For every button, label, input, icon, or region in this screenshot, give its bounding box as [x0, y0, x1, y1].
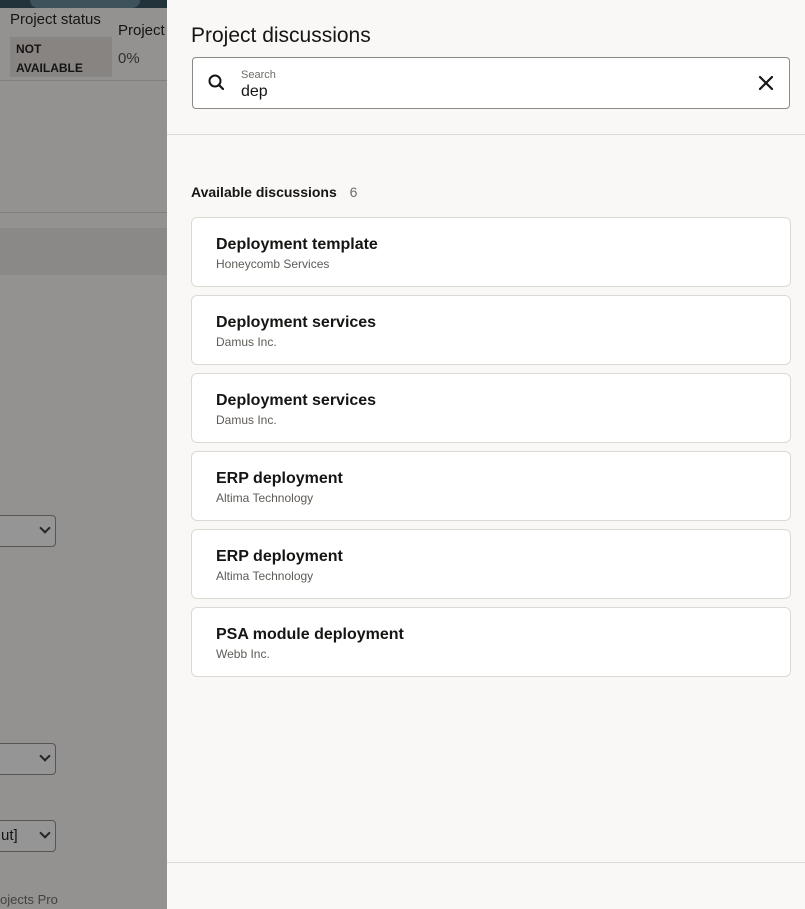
search-label: Search [241, 69, 276, 81]
discussion-card[interactable]: Deployment template Honeycomb Services [191, 217, 791, 287]
discussion-subtitle: Damus Inc. [216, 335, 277, 349]
discussion-card[interactable]: Deployment services Damus Inc. [191, 373, 791, 443]
discussion-subtitle: Altima Technology [216, 491, 314, 505]
discussion-card[interactable]: ERP deployment Altima Technology [191, 451, 791, 521]
list-heading-label: Available discussions [191, 184, 337, 200]
close-icon[interactable] [757, 74, 775, 92]
discussion-card[interactable]: PSA module deployment Webb Inc. [191, 607, 791, 677]
discussion-subtitle: Webb Inc. [216, 647, 270, 661]
discussion-title: ERP deployment [216, 470, 343, 487]
divider [167, 862, 805, 863]
discussion-subtitle: Damus Inc. [216, 413, 277, 427]
modal-scrim[interactable] [0, 0, 167, 909]
divider [167, 134, 805, 135]
project-discussions-drawer: Project discussions Search Available dis… [167, 0, 805, 909]
discussion-title: Deployment services [216, 314, 377, 331]
discussion-subtitle: Honeycomb Services [216, 257, 330, 271]
discussion-title: Deployment template [216, 236, 378, 253]
discussion-title: PSA module deployment [216, 626, 404, 643]
discussion-subtitle: Altima Technology [216, 569, 314, 583]
search-input[interactable] [241, 82, 741, 102]
search-icon [208, 74, 225, 91]
discussion-card[interactable]: Deployment services Damus Inc. [191, 295, 791, 365]
discussion-title: Deployment services [216, 392, 377, 409]
list-count: 6 [349, 184, 358, 200]
search-field[interactable]: Search [192, 57, 790, 109]
discussion-list: Deployment template Honeycomb Services D… [191, 217, 791, 685]
discussion-title: ERP deployment [216, 548, 343, 565]
drawer-title: Project discussions [191, 24, 371, 47]
list-heading: Available discussions 6 [191, 184, 357, 200]
discussion-card[interactable]: ERP deployment Altima Technology [191, 529, 791, 599]
